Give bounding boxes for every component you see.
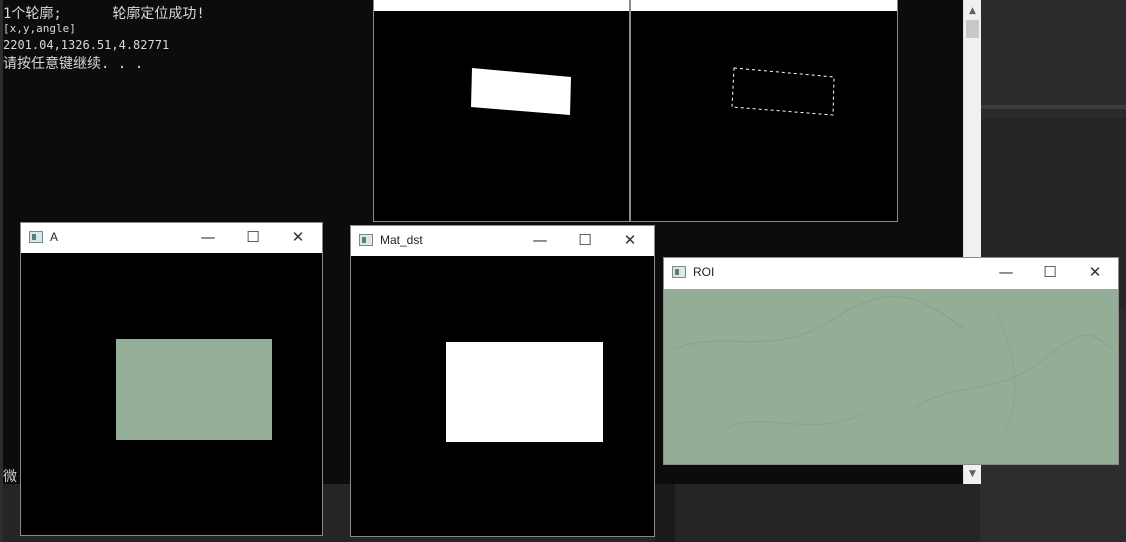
- image-window-rotated-mask[interactable]: [373, 0, 630, 222]
- window-title: Mat_dst: [380, 233, 423, 247]
- contour-outline-image: [731, 67, 835, 116]
- maximize-button[interactable]: ☐: [568, 229, 602, 251]
- rotated-rectangle-image: [471, 68, 571, 115]
- image-canvas: [351, 256, 654, 536]
- window-titlebar[interactable]: A — ☐ ✕: [21, 223, 322, 253]
- close-button[interactable]: ✕: [613, 229, 647, 251]
- image-canvas: [631, 11, 897, 221]
- image-canvas: [21, 253, 322, 535]
- app-icon: [29, 231, 43, 243]
- scroll-up-button[interactable]: ▲: [964, 3, 981, 20]
- cropped-green-region: [116, 339, 272, 440]
- roi-image: [664, 289, 1118, 464]
- window-title: A: [50, 230, 59, 244]
- image-window-mat-dst[interactable]: Mat_dst — ☐ ✕: [350, 225, 655, 537]
- maximize-button[interactable]: ☐: [236, 226, 270, 248]
- app-icon: [672, 266, 686, 278]
- image-canvas: [374, 11, 629, 221]
- console-line: 2201.04,1326.51,4.82771: [3, 38, 170, 52]
- minimize-button[interactable]: —: [523, 229, 557, 251]
- maximize-button[interactable]: ☐: [1033, 261, 1067, 283]
- image-window-contour[interactable]: [630, 0, 898, 222]
- white-mask-rectangle: [446, 342, 603, 442]
- minimize-button[interactable]: —: [989, 261, 1023, 283]
- window-titlebar[interactable]: ROI — ☐ ✕: [664, 258, 1118, 288]
- window-titlebar[interactable]: [631, 0, 897, 9]
- close-button[interactable]: ✕: [281, 226, 315, 248]
- roi-texture: [673, 296, 1115, 440]
- ide-divider: [980, 105, 1126, 109]
- dashed-contour-rectangle: [731, 67, 835, 116]
- console-line: 请按任意键继续. . .: [3, 56, 144, 72]
- minimize-button[interactable]: —: [191, 226, 225, 248]
- image-window-a[interactable]: A — ☐ ✕: [20, 222, 323, 536]
- window-title: ROI: [693, 265, 715, 279]
- image-window-roi[interactable]: ROI — ☐ ✕: [663, 257, 1119, 465]
- scroll-thumb[interactable]: [966, 20, 979, 38]
- window-titlebar[interactable]: [374, 0, 629, 9]
- ide-bottom-divider: [655, 484, 675, 542]
- scroll-down-button[interactable]: ▼: [964, 466, 981, 483]
- console-side-text: 微: [3, 469, 17, 485]
- white-rotated-rectangle: [471, 68, 571, 115]
- console-line: 1个轮廓; 轮廓定位成功!: [3, 6, 205, 22]
- app-icon: [359, 234, 373, 246]
- console-line: [x,y,angle]: [3, 22, 76, 35]
- close-button[interactable]: ✕: [1078, 261, 1112, 283]
- window-titlebar[interactable]: Mat_dst — ☐ ✕: [351, 226, 654, 256]
